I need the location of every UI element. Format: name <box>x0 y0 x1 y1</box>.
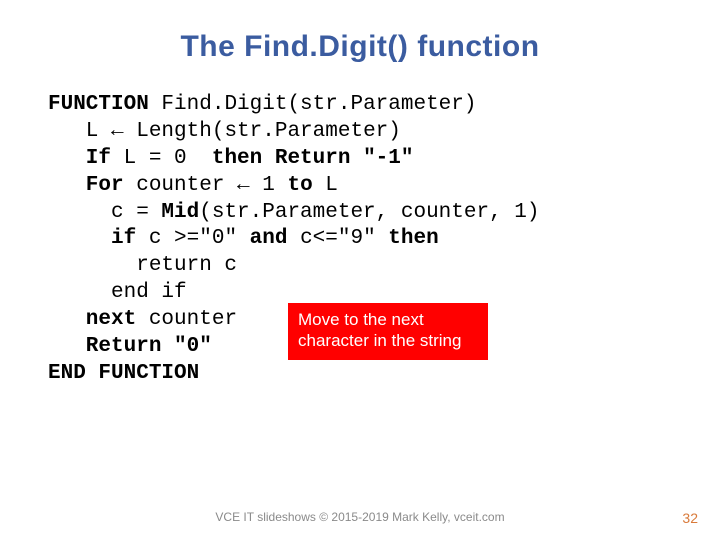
code-text: (str.Parameter, counter, 1) <box>199 201 539 224</box>
kw-function: FUNCTION <box>48 93 149 116</box>
footer-text: VCE IT slideshows © 2015-2019 Mark Kelly… <box>0 510 720 524</box>
code-text: Length(str.Parameter) <box>124 120 401 143</box>
kw-to: to <box>287 174 312 197</box>
page-number: 32 <box>682 510 698 526</box>
code-text: end if <box>48 281 187 304</box>
code-text: counter <box>136 174 237 197</box>
code-text: Find.Digit(str.Parameter) <box>149 93 477 116</box>
kw-next: next <box>48 308 149 331</box>
kw-return: Return "0" <box>48 335 212 358</box>
kw-then-return: then Return "-1" <box>212 147 414 170</box>
kw-if: if <box>48 227 149 250</box>
code-text: c >="0" <box>149 227 250 250</box>
code-text: c<="9" <box>287 227 388 250</box>
kw-end-function: END FUNCTION <box>48 362 199 385</box>
code-text: L = 0 <box>124 147 212 170</box>
code-text: L <box>313 174 338 197</box>
arrow-left-icon: ← <box>237 174 250 197</box>
code-text: 1 <box>250 174 288 197</box>
arrow-left-icon: ← <box>111 120 124 143</box>
code-text: c = <box>48 201 161 224</box>
code-text: L <box>48 120 111 143</box>
kw-then: then <box>388 227 438 250</box>
code-text: counter <box>149 308 237 331</box>
kw-and: and <box>250 227 288 250</box>
kw-if: If <box>48 147 124 170</box>
code-text: return c <box>48 254 237 277</box>
page-title: The Find.Digit() function <box>48 30 672 64</box>
slide: The Find.Digit() function FUNCTION Find.… <box>0 0 720 540</box>
callout-box: Move to the next character in the string <box>288 303 488 360</box>
kw-for: For <box>48 174 136 197</box>
kw-mid: Mid <box>161 201 199 224</box>
